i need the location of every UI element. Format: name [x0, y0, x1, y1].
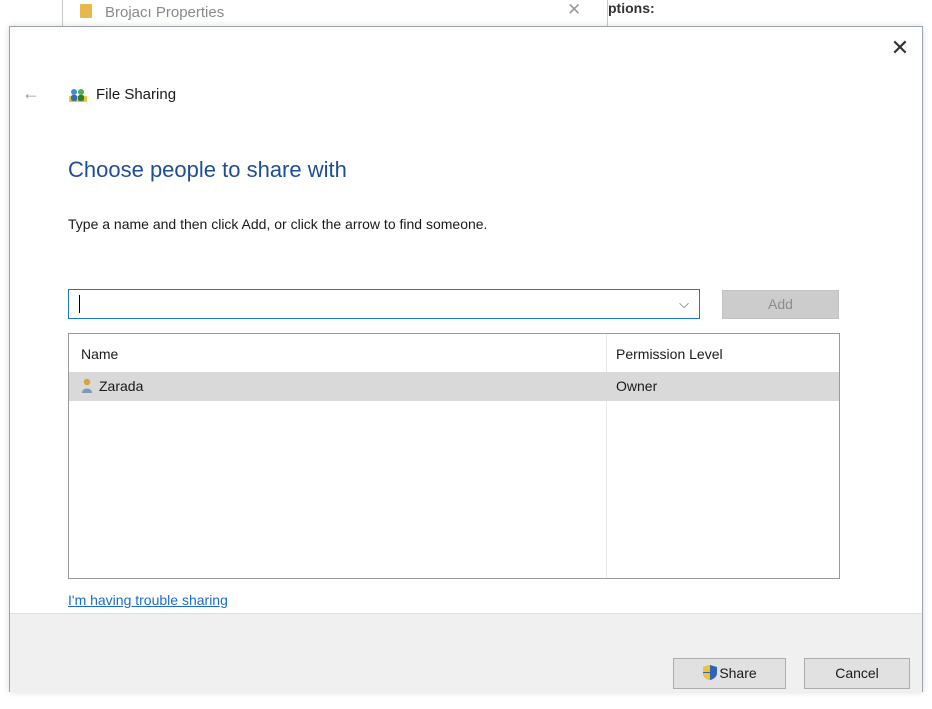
page-heading: Choose people to share with: [68, 157, 347, 182]
cancel-button[interactable]: Cancel: [804, 658, 910, 689]
close-icon[interactable]: ✕: [886, 35, 914, 63]
dialog-header-title: File Sharing: [96, 86, 177, 103]
back-arrow-icon[interactable]: ←: [22, 83, 40, 104]
column-divider: [606, 334, 607, 578]
background-close-icon[interactable]: ✕: [567, 0, 581, 20]
name-combo-box[interactable]: ⌵: [68, 289, 700, 319]
file-sharing-dialog: ✕ ← File Sharing Choose people to share …: [9, 26, 923, 692]
people-sharing-icon: [69, 89, 87, 102]
uac-shield-icon: [703, 665, 718, 681]
row-name-cell: Zarada: [99, 378, 144, 394]
column-header-name[interactable]: Name: [81, 346, 118, 362]
background-window-strip: Brojacı Properties ✕ ptions:: [0, 0, 932, 26]
folder-icon: [80, 4, 92, 18]
row-permission-cell[interactable]: Owner: [616, 378, 657, 394]
background-options-text: ptions:: [608, 0, 655, 16]
chevron-down-icon[interactable]: ⌵: [675, 294, 693, 314]
add-button[interactable]: Add: [722, 290, 839, 319]
background-window-tab: Brojacı Properties ✕: [62, 0, 608, 26]
user-icon: [82, 378, 92, 393]
trouble-sharing-link[interactable]: I'm having trouble sharing: [68, 592, 228, 608]
sharing-list: Name Permission Level Zarada Owner: [68, 333, 840, 579]
dialog-footer: Share Cancel: [10, 613, 922, 692]
share-button-label: Share: [719, 665, 757, 681]
instruction-text: Type a name and then click Add, or click…: [68, 216, 488, 232]
column-header-permission[interactable]: Permission Level: [616, 346, 723, 362]
background-window-title: Brojacı Properties: [105, 4, 225, 21]
text-caret: [79, 295, 80, 313]
table-row[interactable]: Zarada Owner: [69, 372, 839, 401]
share-button[interactable]: Share: [673, 658, 786, 689]
